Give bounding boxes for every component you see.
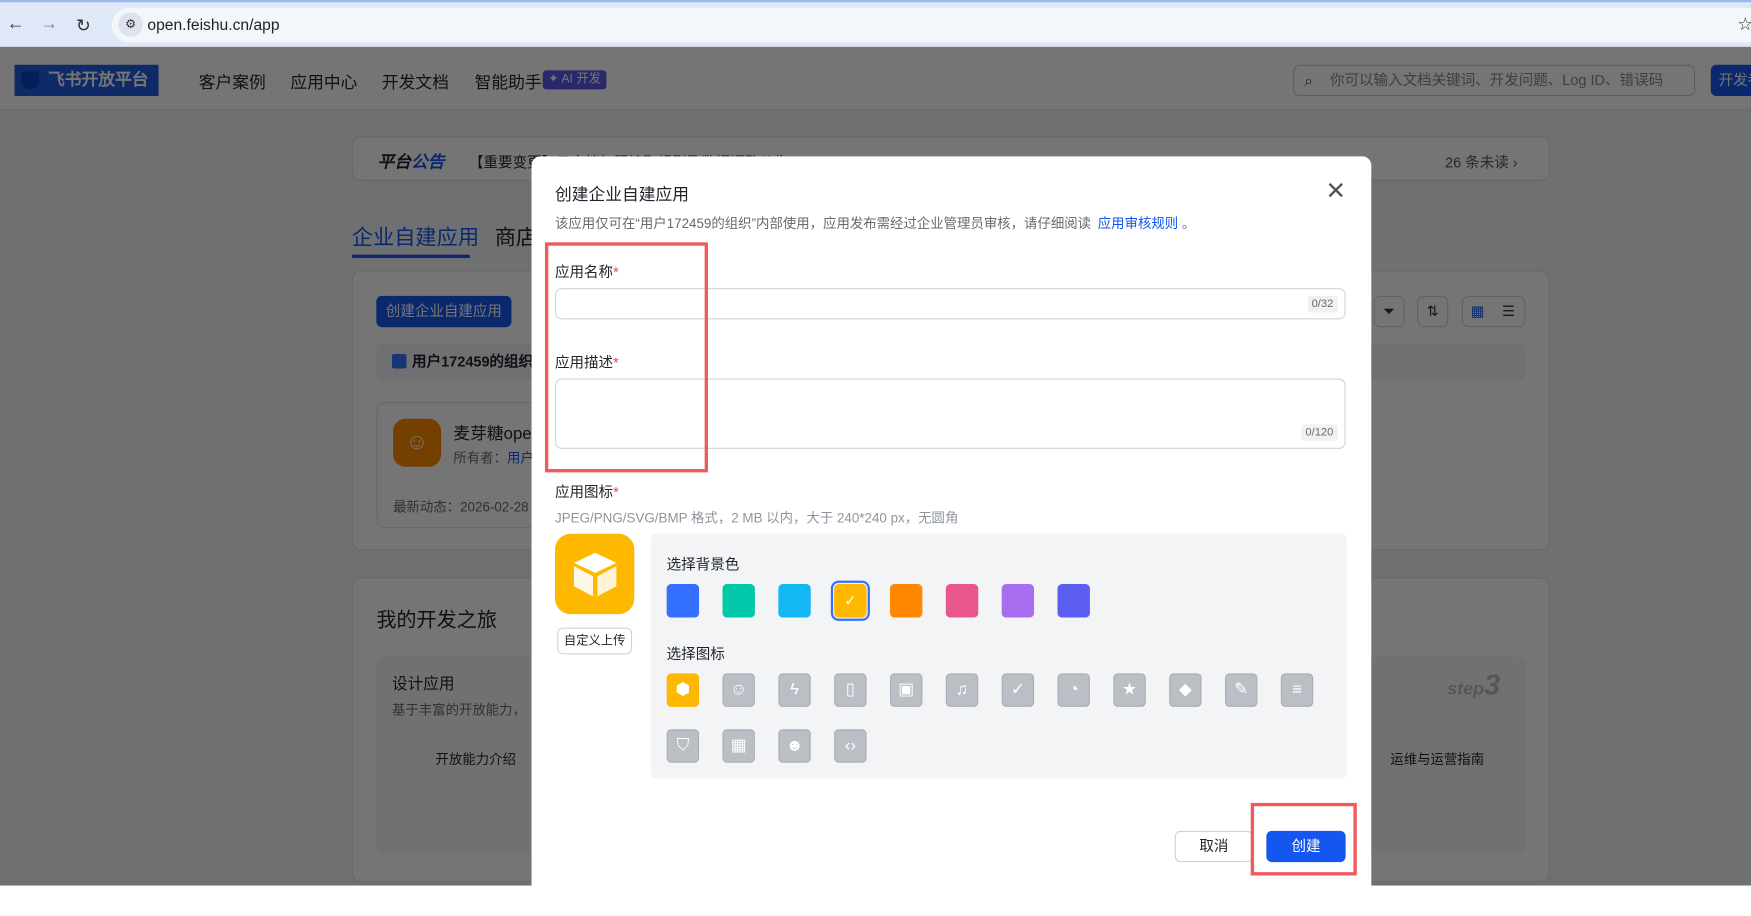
icon-picker-panel xyxy=(651,534,1347,779)
briefcase-icon[interactable]: ▣ xyxy=(890,673,922,707)
doc-search-input[interactable]: ⌕ 你可以输入文档关键词、开发问题、Log ID、错误码 xyxy=(1293,65,1695,96)
step-badge: step3 xyxy=(1447,668,1500,703)
bg-color-swatch[interactable] xyxy=(667,584,699,618)
bg-color-label: 选择背景色 xyxy=(667,553,740,574)
app-icon-label: 应用图标* xyxy=(555,480,619,501)
document-icon[interactable]: ≡ xyxy=(1281,673,1313,707)
bg-color-swatch[interactable] xyxy=(1002,584,1034,618)
tag-icon[interactable]: ◆ xyxy=(1169,673,1201,707)
tab-internal-apps[interactable]: 企业自建应用 xyxy=(352,221,479,251)
dialog-description: 该应用仅可在“用户172459的组织”内部使用，应用发布需经过企业管理员审核，请… xyxy=(555,213,1195,232)
org-name: 用户172459的组织 xyxy=(412,353,533,370)
bell-icon[interactable]: ♫ xyxy=(946,673,978,707)
create-internal-app-button[interactable]: 创建企业自建应用 xyxy=(376,296,511,327)
wrench-icon[interactable]: ✎ xyxy=(1225,673,1257,707)
list-view-icon[interactable]: ☰ xyxy=(1502,303,1515,320)
highlight-box-create-button xyxy=(1251,803,1357,876)
search-placeholder: 你可以输入文档关键词、开发问题、Log ID、错误码 xyxy=(1330,71,1663,88)
announcement-label: 平台公告 xyxy=(377,150,444,173)
highlight-box-form-fields xyxy=(545,242,708,472)
pie-chart-icon[interactable]: ◔ xyxy=(1058,673,1090,707)
filter-icon[interactable]: ⏷ xyxy=(1374,296,1405,327)
bg-color-swatch[interactable] xyxy=(778,584,810,618)
step-desc: 基于丰富的开放能力， xyxy=(392,700,526,719)
cube-icon xyxy=(569,548,620,599)
layout-icon[interactable]: ▦ xyxy=(723,729,755,763)
unread-count[interactable]: 26 条未读 › xyxy=(1445,151,1518,172)
nav-app-center[interactable]: 应用中心 xyxy=(290,70,357,93)
users-icon[interactable]: ☻ xyxy=(778,729,810,763)
robot-icon[interactable]: ☺ xyxy=(723,673,755,707)
custom-upload-button[interactable]: 自定义上传 xyxy=(557,628,632,655)
bg-color-swatch[interactable] xyxy=(1058,584,1090,618)
bg-color-swatch[interactable] xyxy=(946,584,978,618)
open-capability-link[interactable]: 开放能力介绍 xyxy=(436,749,516,768)
nav-assistant[interactable]: 智能助手 xyxy=(475,70,542,93)
journey-title: 我的开发之旅 xyxy=(376,604,497,633)
bookmark-check-icon[interactable]: ✓ xyxy=(1002,673,1034,707)
app-activity: 最新动态：2026-02-28 xyxy=(393,497,529,516)
close-icon[interactable]: ✕ xyxy=(1326,179,1347,204)
bg-color-swatch[interactable] xyxy=(890,584,922,618)
ops-guide-link[interactable]: 运维与运营指南 xyxy=(1390,749,1484,768)
icon-select-label: 选择图标 xyxy=(667,642,725,663)
icon-preview xyxy=(555,534,634,614)
dialog-title: 创建企业自建应用 xyxy=(555,182,689,205)
star-icon[interactable]: ★ xyxy=(1113,673,1145,707)
desc-char-counter: 0/120 xyxy=(1301,424,1338,441)
developer-console-button[interactable]: 开发者 xyxy=(1711,65,1751,96)
bg-color-swatch[interactable] xyxy=(723,584,755,618)
step-title: 设计应用 xyxy=(392,672,455,694)
shield-icon[interactable]: ⛉ xyxy=(667,729,699,763)
review-rules-link[interactable]: 应用审核规则 xyxy=(1098,216,1178,232)
sort-icon[interactable]: ⇅ xyxy=(1417,296,1448,327)
feishu-logo[interactable]: 飞书开放平台 xyxy=(15,65,159,96)
ai-dev-badge[interactable]: ✦ AI 开发 xyxy=(543,70,607,89)
cancel-button[interactable]: 取消 xyxy=(1175,831,1253,862)
name-char-counter: 0/32 xyxy=(1307,296,1338,313)
icon-format-hint: JPEG/PNG/SVG/BMP 格式，2 MB 以内，大于 240*240 p… xyxy=(555,508,958,527)
active-tab-indicator xyxy=(352,255,470,258)
cube-icon[interactable]: ⬢ xyxy=(667,673,699,707)
view-toggle[interactable]: ▦ ☰ xyxy=(1462,296,1526,327)
robot-app-icon: ☺ xyxy=(393,419,441,467)
grid-view-icon[interactable]: ▦ xyxy=(1471,303,1485,320)
door-icon[interactable]: ▯ xyxy=(834,673,866,707)
code-icon[interactable]: ‹› xyxy=(834,729,866,763)
lightbulb-icon[interactable]: ϟ xyxy=(778,673,810,707)
search-icon: ⌕ xyxy=(1304,66,1313,95)
nav-dev-docs[interactable]: 开发文档 xyxy=(382,70,449,93)
nav-customer-cases[interactable]: 客户案例 xyxy=(199,70,266,93)
bg-color-swatch[interactable]: ✓ xyxy=(834,584,866,618)
org-icon xyxy=(392,354,407,369)
